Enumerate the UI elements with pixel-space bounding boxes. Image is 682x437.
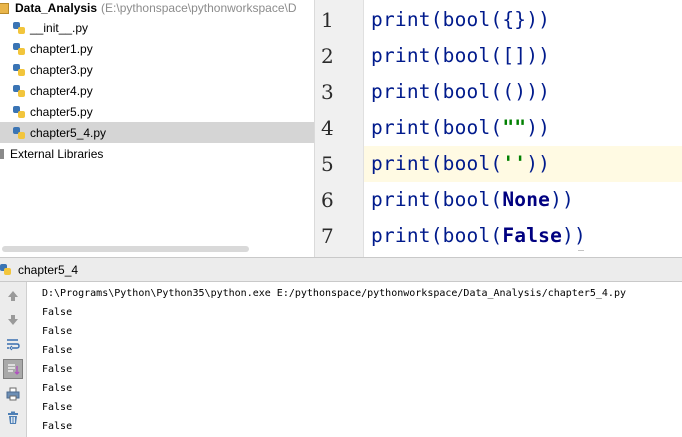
tree-file-label: __init__.py xyxy=(30,20,89,35)
code-close: )) xyxy=(526,116,551,139)
bracket-match-marker xyxy=(578,250,584,257)
tree-file-chapter5-4[interactable]: chapter5_4.py xyxy=(0,122,314,143)
tree-file-init[interactable]: __init__.py xyxy=(0,17,314,38)
line-number: 6 xyxy=(321,188,334,212)
folder-icon xyxy=(0,2,9,14)
code-keyword-arg: None xyxy=(502,188,551,211)
code-call: print(bool( xyxy=(371,152,503,175)
code-arg: {} xyxy=(502,8,527,31)
code-line[interactable]: print(bool(None)) xyxy=(364,182,682,218)
line-number-gutter: 1 2 3 4 5 6 7 xyxy=(314,0,364,257)
code-string-arg: '' xyxy=(502,152,527,175)
python-file-icon xyxy=(13,42,25,55)
python-file-icon xyxy=(13,21,25,34)
code-keyword-arg: False xyxy=(502,224,563,247)
code-arg: () xyxy=(502,80,527,103)
line-number: 2 xyxy=(321,44,334,68)
python-file-icon xyxy=(13,84,25,97)
line-number: 5 xyxy=(321,152,334,176)
project-root-name: Data_Analysis xyxy=(15,1,98,15)
python-file-icon xyxy=(13,63,25,76)
project-horizontal-scrollbar[interactable] xyxy=(2,246,249,252)
project-root[interactable]: Data_Analysis (E:\pythonspace\pythonwork… xyxy=(0,0,297,16)
code-call: print(bool( xyxy=(371,224,503,247)
run-toolbar xyxy=(0,282,27,437)
code-call: print(bool( xyxy=(371,44,503,67)
tree-file-label: chapter5.py xyxy=(30,104,93,119)
code-close: )) xyxy=(562,224,586,247)
code-call: print(bool( xyxy=(371,116,503,139)
project-tree-panel: Data_Analysis (E:\pythonspace\pythonwork… xyxy=(0,0,314,257)
code-close: )) xyxy=(526,80,551,103)
code-line[interactable]: print(bool([])) xyxy=(364,38,682,74)
console-command-line: D:\Programs\Python\Python35\python.exe E… xyxy=(42,288,626,299)
console-output-line: False xyxy=(42,326,73,337)
run-tool-window-header: chapter5_4 xyxy=(0,257,682,282)
arrow-down-icon[interactable] xyxy=(3,310,23,330)
code-line[interactable]: print(bool(())) xyxy=(364,74,682,110)
code-editor[interactable]: 1 2 3 4 5 6 7 print(bool({})) print(bool… xyxy=(314,0,682,257)
soft-wrap-icon[interactable] xyxy=(3,334,23,354)
python-run-icon xyxy=(0,264,11,275)
arrow-up-icon[interactable] xyxy=(3,286,23,306)
scroll-to-end-icon[interactable] xyxy=(3,359,23,379)
project-root-path: (E:\pythonspace\pythonworkspace\D xyxy=(101,1,297,15)
run-console[interactable]: D:\Programs\Python\Python35\python.exe E… xyxy=(27,282,682,437)
code-line[interactable]: print(bool(False)) xyxy=(364,218,682,254)
code-call: print(bool( xyxy=(371,8,503,31)
tree-file-label: chapter4.py xyxy=(30,83,93,98)
tree-file-label: chapter3.py xyxy=(30,62,93,77)
console-output-line: False xyxy=(42,402,73,413)
console-output-line: False xyxy=(42,364,73,375)
console-output-line: False xyxy=(42,307,73,318)
line-number: 3 xyxy=(321,80,334,104)
code-close: )) xyxy=(526,44,551,67)
tree-file-chapter5[interactable]: chapter5.py xyxy=(0,101,314,122)
code-line[interactable]: print(bool({})) xyxy=(364,2,682,38)
library-icon xyxy=(0,148,4,159)
code-call: print(bool( xyxy=(371,188,503,211)
code-close: )) xyxy=(550,188,574,211)
tree-file-chapter4[interactable]: chapter4.py xyxy=(0,80,314,101)
tree-external-libraries-label: External Libraries xyxy=(10,146,104,161)
print-icon[interactable] xyxy=(3,384,23,404)
console-output-line: False xyxy=(42,421,73,432)
code-string-arg: "" xyxy=(502,116,527,139)
console-output-line: False xyxy=(42,345,73,356)
console-output-line: False xyxy=(42,383,73,394)
code-call: print(bool( xyxy=(371,80,503,103)
python-file-icon xyxy=(13,126,25,139)
tree-file-chapter3[interactable]: chapter3.py xyxy=(0,59,314,80)
line-number: 1 xyxy=(321,8,334,32)
tree-file-chapter1[interactable]: chapter1.py xyxy=(0,38,314,59)
run-tab-label[interactable]: chapter5_4 xyxy=(18,263,78,277)
line-number: 7 xyxy=(321,224,334,248)
code-line[interactable]: print(bool("")) xyxy=(364,110,682,146)
tree-file-label: chapter1.py xyxy=(30,41,93,56)
code-line-current[interactable]: print(bool('')) xyxy=(364,146,682,182)
trash-icon[interactable] xyxy=(3,408,23,428)
tree-file-label: chapter5_4.py xyxy=(30,125,107,140)
code-arg: [] xyxy=(502,44,527,67)
tree-external-libraries[interactable]: External Libraries xyxy=(0,143,103,164)
code-close: )) xyxy=(526,8,551,31)
line-number: 4 xyxy=(321,116,334,140)
code-close: )) xyxy=(526,152,551,175)
python-file-icon xyxy=(13,105,25,118)
